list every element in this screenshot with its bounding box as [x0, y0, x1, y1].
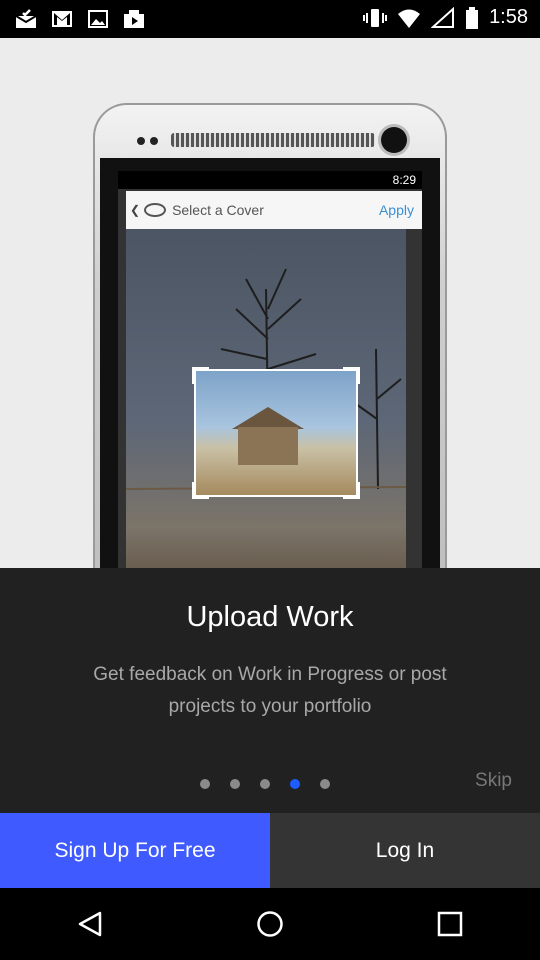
phone-screen: 8:29 ❮ Select a Cover Apply: [118, 171, 422, 568]
page-dot: [260, 779, 270, 789]
battery-icon: [466, 6, 479, 29]
mini-apply: Apply: [378, 202, 414, 218]
mini-app-bar: ❮ Select a Cover Apply: [126, 191, 422, 229]
page-dot: [230, 779, 240, 789]
onboarding-panel: Upload Work Get feedback on Work in Prog…: [0, 568, 540, 813]
status-bar: 1:58: [0, 0, 540, 38]
status-time: 1:58: [489, 6, 528, 28]
cover-photo: [126, 229, 406, 568]
log-in-button[interactable]: Log In: [270, 813, 540, 888]
page-dot-active: [290, 779, 300, 789]
signal-icon: [431, 6, 455, 28]
home-icon: [257, 911, 283, 937]
onboarding-description: Get feedback on Work in Progress or post…: [93, 664, 447, 717]
nav-recents-button[interactable]: [375, 888, 525, 960]
house: [238, 427, 298, 465]
phone-bezel: 8:29 ❮ Select a Cover Apply: [100, 158, 440, 568]
nav-home-button[interactable]: [195, 888, 345, 960]
nav-back-button[interactable]: [15, 888, 165, 960]
mini-status-bar: 8:29: [118, 171, 422, 189]
page-dot: [200, 779, 210, 789]
vibrate-icon: [363, 8, 388, 27]
phone-speaker: [171, 133, 375, 147]
behance-logo-icon: [144, 203, 167, 217]
back-icon: [78, 911, 102, 937]
phone-mockup: 8:29 ❮ Select a Cover Apply: [93, 103, 447, 568]
sign-up-button[interactable]: Sign Up For Free: [0, 813, 270, 888]
onboarding-illustration: 8:29 ❮ Select a Cover Apply: [0, 38, 540, 568]
phone-sensors: [137, 137, 158, 145]
mini-back-icon: ❮: [130, 203, 141, 217]
phone-camera: [381, 127, 407, 153]
page-indicator: [200, 779, 330, 789]
page-dot: [320, 779, 330, 789]
wifi-icon: [398, 9, 421, 28]
crop-frame: [192, 367, 360, 499]
mail-check-icon: [15, 9, 37, 28]
mini-status-time: 8:29: [392, 173, 416, 187]
house-roof: [232, 407, 304, 429]
gmail-icon: [52, 11, 72, 27]
mini-title: Select a Cover: [172, 202, 264, 218]
system-nav-bar: [0, 888, 540, 960]
recents-icon: [437, 911, 463, 937]
photos-icon: [124, 10, 144, 28]
onboarding-title: Upload Work: [186, 601, 354, 633]
skip-button[interactable]: Skip: [475, 770, 512, 792]
image-icon: [88, 10, 108, 28]
